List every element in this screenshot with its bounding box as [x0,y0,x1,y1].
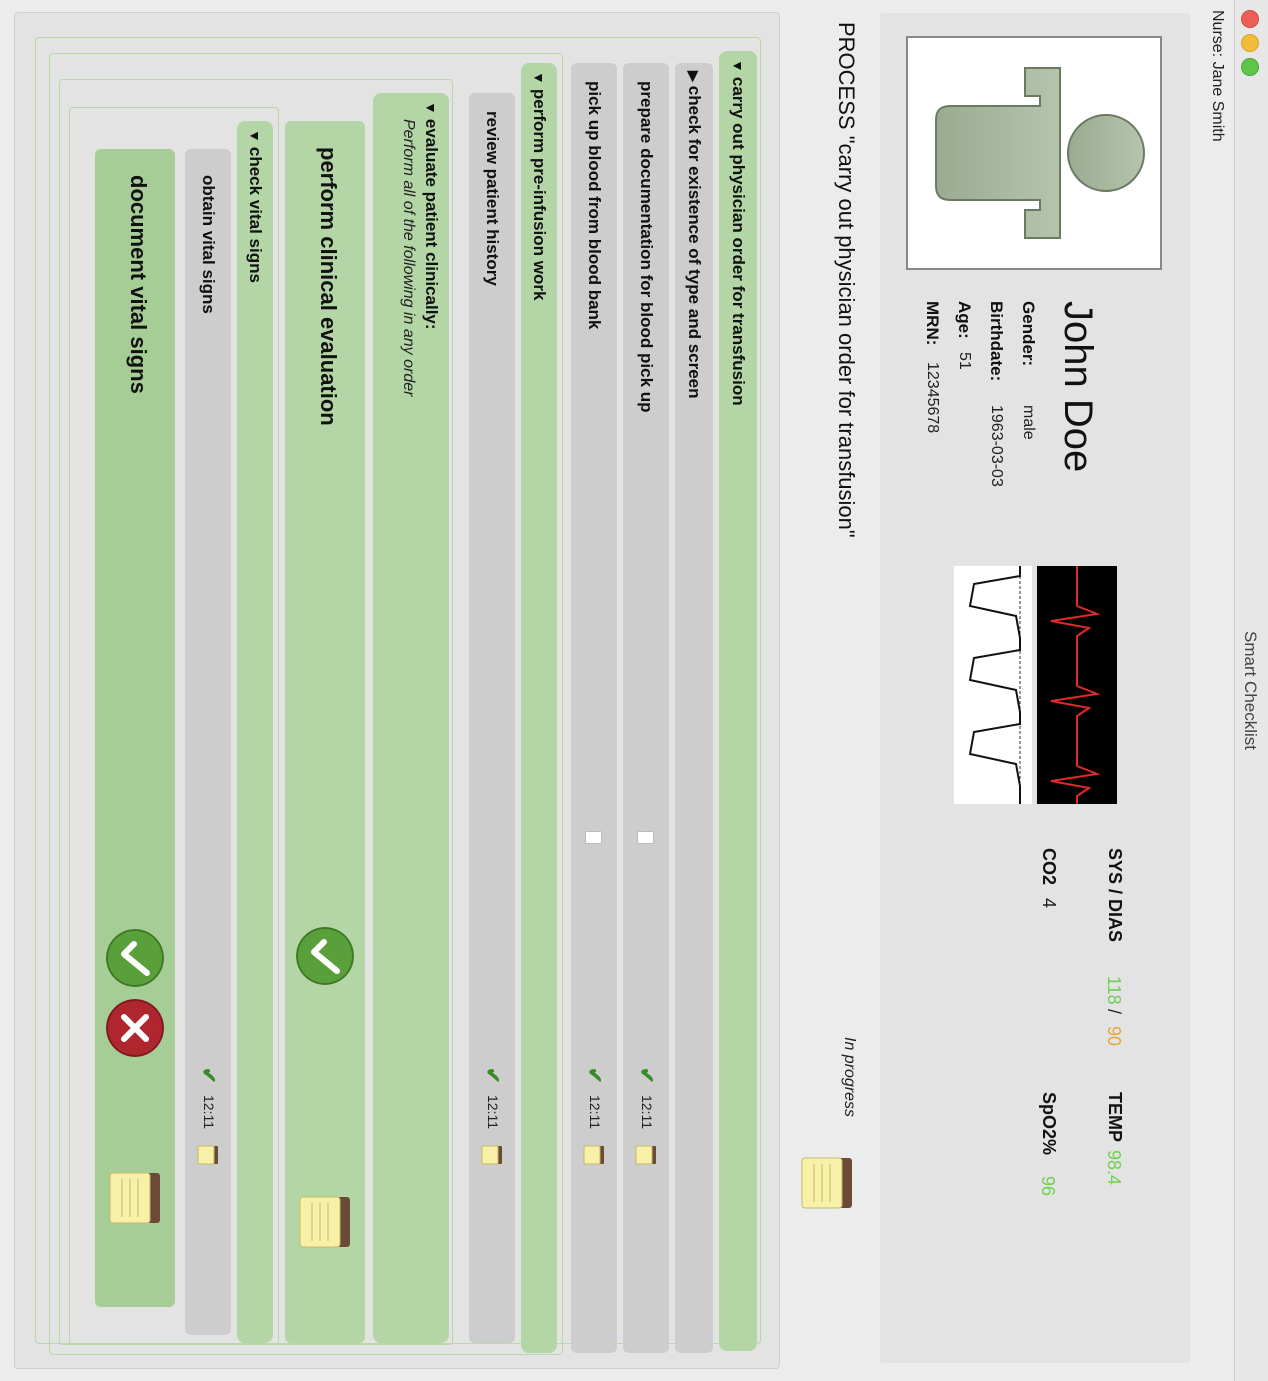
evaluate-hint: Perform all of the following in any orde… [400,119,417,397]
gender-value: male [1020,405,1037,440]
mrn-value: 12345678 [924,362,941,434]
patient-panel: John Doe Gender: male Birthdate: 1963-03… [880,13,1190,1363]
co2-label: CO2 [1039,848,1059,886]
step-review-history-label: review patient history [483,111,502,286]
title-bar: Smart Checklist [1234,0,1268,1381]
person-icon [935,67,1145,239]
notes-icon[interactable] [800,1156,854,1210]
expand-triangle-icon[interactable]: ▶ [685,71,702,82]
accept-check-button[interactable] [106,929,164,987]
co2-value: 4 [1039,898,1059,909]
notes-icon[interactable] [635,1145,657,1165]
notes-icon[interactable] [298,1195,352,1249]
collapse-triangle-icon[interactable]: ▼ [423,101,439,115]
step-review-history[interactable]: review patient history ✔ 12:11 [469,93,515,1343]
step-check-vitals[interactable]: ▼check vital signs [237,121,273,1343]
completed-check-icon: ✔ [197,1067,219,1084]
pleth-waveform [954,566,1032,804]
sys-dias-label: SYS / DIAS [1105,848,1125,943]
step-carry-out-order[interactable]: ▼carry out physician order for transfusi… [719,51,757,1351]
birthdate-label: Birthdate: [987,301,1006,382]
mrn-label: MRN: [923,301,942,346]
step-evaluate-patient[interactable]: ▼evaluate patient clinically: Perform al… [373,93,449,1343]
step-document-vitals-label: document vital signs [126,175,151,394]
process-status: In progress [841,1037,858,1118]
step-check-type-screen-label: ▶check for existence of type and screen [685,71,704,399]
completed-time: 12:11 [485,1095,501,1129]
step-obtain-vitals-label: obtain vital signs [199,175,218,314]
age-value: 51 [956,352,973,370]
completed-time: 12:11 [587,1095,603,1129]
process-title: PROCESS "carry out physician order for t… [834,22,859,538]
notes-icon[interactable] [583,1145,605,1165]
collapse-triangle-icon[interactable]: ▼ [247,129,263,143]
step-evaluate-patient-label: ▼evaluate patient clinically: [422,101,441,330]
notes-icon[interactable] [108,1171,162,1225]
notes-icon[interactable] [481,1145,503,1165]
completed-time: 12:11 [639,1095,655,1129]
ecg-waveform [1037,566,1117,804]
step-pick-up-blood-label: pick up blood from blood bank [585,81,604,330]
patient-avatar [906,36,1162,270]
step-clinical-evaluation-label: perform clinical evaluation [316,147,341,426]
spo2-label: SpO2% [1039,1092,1059,1156]
completed-check-icon: ✔ [481,1067,503,1084]
notes-icon[interactable] [197,1145,219,1165]
sys-value: 118 [1104,976,1124,1005]
temp-value: 98.4 [1104,1150,1124,1186]
step-check-vitals-label: ▼check vital signs [246,129,265,283]
collapse-triangle-icon[interactable]: ▼ [531,71,547,85]
completed-check-icon: ✔ [635,1067,657,1084]
patient-name: John Doe [1056,301,1100,473]
step-prepare-documentation[interactable]: prepare documentation for blood pick up … [623,63,669,1353]
step-prepare-documentation-label: prepare documentation for blood pick up [637,81,656,413]
step-clinical-evaluation[interactable]: perform clinical evaluation [285,121,365,1343]
age-label: Age: [955,301,974,339]
collapse-triangle-icon[interactable]: ▼ [730,59,746,73]
gender-label: Gender: [1019,301,1038,367]
completed-time: 12:11 [201,1095,217,1129]
step-document-vitals[interactable]: document vital signs [95,149,175,1307]
step-obtain-vitals[interactable]: obtain vital signs ✔ 12:11 [185,149,231,1335]
completed-check-icon: ✔ [583,1067,605,1084]
reject-x-button[interactable] [106,999,164,1057]
prepare-documentation-checkbox[interactable] [637,831,654,844]
step-pick-up-blood[interactable]: pick up blood from blood bank ✔ 12:11 [571,63,617,1353]
step-carry-out-order-label: ▼carry out physician order for transfusi… [729,59,748,406]
step-pre-infusion-label: ▼perform pre-infusion work [530,71,549,301]
dias-value: 90 [1104,1026,1124,1047]
process-tree: ▼carry out physician order for transfusi… [14,12,780,1369]
nurse-label: Nurse: Jane Smith [1209,10,1226,142]
step-pre-infusion[interactable]: ▼perform pre-infusion work [521,63,557,1353]
pick-up-blood-checkbox[interactable] [585,831,602,844]
birthdate-value: 1963-03-03 [988,405,1005,487]
temp-label: TEMP [1105,1092,1125,1143]
step-check-type-screen[interactable]: ▶check for existence of type and screen [675,63,713,1353]
accept-check-button[interactable] [296,927,354,985]
window-title: Smart Checklist [1241,630,1260,751]
sys-dias-separator: / [1104,1009,1124,1015]
spo2-value: 96 [1038,1176,1058,1197]
